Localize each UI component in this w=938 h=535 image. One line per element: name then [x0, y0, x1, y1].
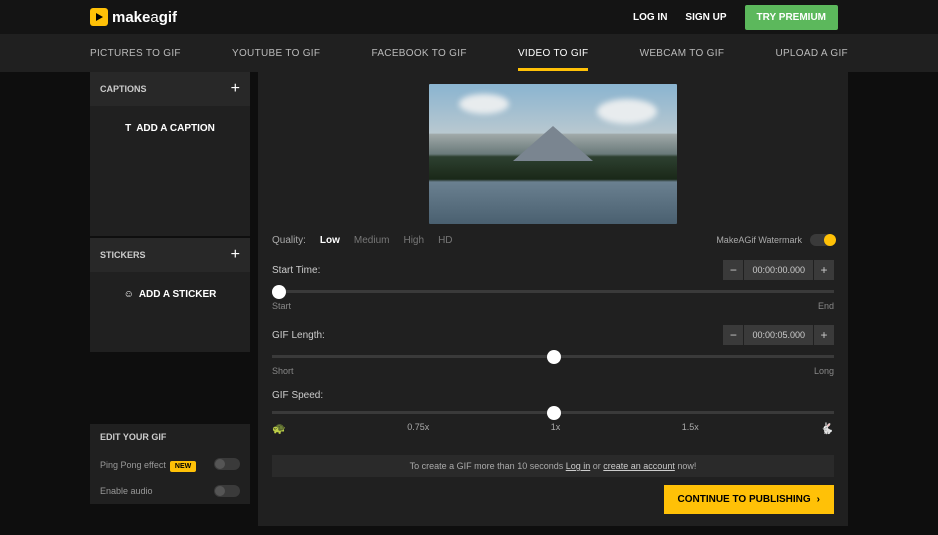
starttime-value: 00:00:00.000 [744, 260, 813, 280]
notice-create-link[interactable]: create an account [603, 461, 675, 471]
signup-link[interactable]: SIGN UP [685, 12, 726, 23]
giflength-value: 00:00:05.000 [744, 325, 813, 345]
watermark-control: MakeAGif Watermark [716, 234, 834, 246]
gifspeed-section: GIF Speed: 🐢 0.75x 1x 1.5x 🐇 [272, 390, 834, 435]
giflength-plus[interactable]: + [814, 325, 834, 345]
login-link[interactable]: LOG IN [633, 12, 667, 23]
audio-row: Enable audio [90, 478, 250, 504]
text-icon: T [125, 123, 131, 134]
pingpong-label: Ping Pong effect [100, 460, 166, 470]
giflength-minus[interactable]: − [723, 325, 743, 345]
new-badge: NEW [170, 461, 196, 472]
starttime-thumb[interactable] [272, 285, 286, 299]
giflength-section: GIF Length: − 00:00:05.000 + Short Long [272, 325, 834, 376]
quality-medium[interactable]: Medium [354, 235, 390, 246]
chevron-right-icon: › [817, 494, 820, 505]
gifspeed-slider[interactable] [272, 411, 834, 414]
plus-icon[interactable]: + [231, 80, 240, 98]
header: makeagif LOG IN SIGN UP TRY PREMIUM [0, 0, 938, 34]
quality-label: Quality: [272, 235, 306, 246]
quality-low[interactable]: Low [320, 235, 340, 246]
add-sticker-button[interactable]: ☺ ADD A STICKER [124, 289, 217, 300]
starttime-right-label: End [818, 301, 834, 311]
giflength-slider[interactable] [272, 355, 834, 358]
starttime-slider[interactable] [272, 290, 834, 293]
giflength-right-label: Long [814, 366, 834, 376]
watermark-toggle[interactable] [810, 234, 834, 246]
rabbit-icon: 🐇 [820, 422, 834, 435]
pingpong-toggle[interactable] [214, 458, 240, 470]
continue-button[interactable]: CONTINUE TO PUBLISHING › [664, 485, 835, 514]
try-premium-button[interactable]: TRY PREMIUM [745, 5, 838, 30]
notice-bar: To create a GIF more than 10 seconds Log… [272, 455, 834, 477]
watermark-label: MakeAGif Watermark [716, 235, 802, 245]
starttime-stepper: − 00:00:00.000 + [723, 260, 834, 280]
logo[interactable]: makeagif [90, 8, 177, 26]
gifspeed-label: GIF Speed: [272, 390, 323, 401]
stickers-header: STICKERS + [90, 238, 250, 272]
footer: CONTINUE TO PUBLISHING › [272, 485, 834, 514]
audio-label: Enable audio [100, 486, 153, 496]
speed-tick-1: 1x [551, 422, 561, 435]
content: Quality: Low Medium High HD MakeAGif Wat… [258, 72, 848, 526]
logo-icon [90, 8, 108, 26]
header-right: LOG IN SIGN UP TRY PREMIUM [633, 5, 838, 30]
gifspeed-thumb[interactable] [547, 406, 561, 420]
captions-header: CAPTIONS + [90, 72, 250, 106]
notice-login-link[interactable]: Log in [566, 461, 591, 471]
tab-facebook-to-gif[interactable]: FACEBOOK TO GIF [371, 36, 466, 71]
preview-area [272, 84, 834, 224]
giflength-stepper: − 00:00:05.000 + [723, 325, 834, 345]
tab-video-to-gif[interactable]: VIDEO TO GIF [518, 36, 588, 71]
starttime-minus[interactable]: − [723, 260, 743, 280]
starttime-left-label: Start [272, 301, 291, 311]
quality-high[interactable]: High [403, 235, 424, 246]
stickers-title: STICKERS [100, 250, 146, 260]
speed-tick-15: 1.5x [682, 422, 699, 435]
tab-pictures-to-gif[interactable]: PICTURES TO GIF [90, 36, 181, 71]
turtle-icon: 🐢 [272, 422, 286, 435]
starttime-section: Start Time: − 00:00:00.000 + Start End [272, 260, 834, 311]
stickers-panel: STICKERS + ☺ ADD A STICKER [90, 238, 250, 352]
giflength-label: GIF Length: [272, 330, 325, 341]
logo-text: makeagif [112, 9, 177, 26]
add-caption-button[interactable]: T ADD A CAPTION [125, 123, 215, 134]
sidebar: CAPTIONS + T ADD A CAPTION STICKERS + ☺ … [90, 72, 250, 526]
quality-hd[interactable]: HD [438, 235, 452, 246]
starttime-label: Start Time: [272, 265, 320, 276]
nav-tabs: PICTURES TO GIF YOUTUBE TO GIF FACEBOOK … [0, 34, 938, 72]
giflength-left-label: Short [272, 366, 294, 376]
sticker-icon: ☺ [124, 289, 134, 300]
pingpong-row: Ping Pong effect NEW [90, 450, 250, 478]
captions-panel: CAPTIONS + T ADD A CAPTION [90, 72, 250, 236]
tab-webcam-to-gif[interactable]: WEBCAM TO GIF [640, 36, 725, 71]
preview-image [429, 84, 677, 224]
audio-toggle[interactable] [214, 485, 240, 497]
quality-row: Quality: Low Medium High HD MakeAGif Wat… [272, 234, 834, 246]
edit-panel: EDIT YOUR GIF Ping Pong effect NEW Enable… [90, 424, 250, 504]
starttime-plus[interactable]: + [814, 260, 834, 280]
edit-header: EDIT YOUR GIF [90, 424, 250, 450]
tab-youtube-to-gif[interactable]: YOUTUBE TO GIF [232, 36, 320, 71]
giflength-thumb[interactable] [547, 350, 561, 364]
speed-tick-075: 0.75x [407, 422, 429, 435]
captions-title: CAPTIONS [100, 84, 147, 94]
plus-icon[interactable]: + [231, 246, 240, 264]
tab-upload-a-gif[interactable]: UPLOAD A GIF [775, 36, 848, 71]
